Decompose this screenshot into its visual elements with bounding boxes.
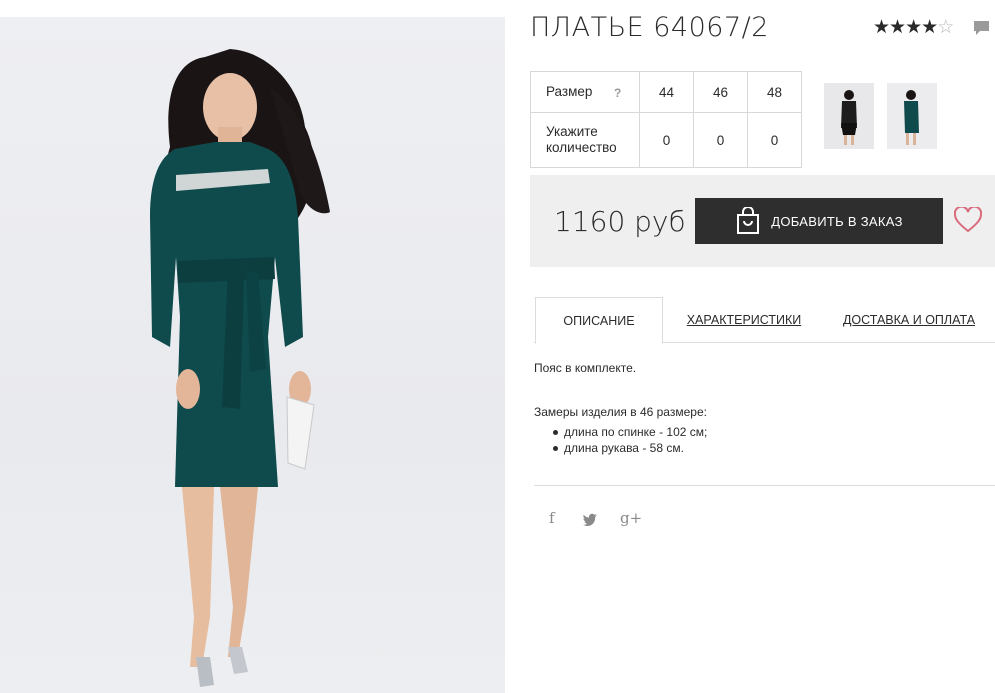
price: 1160 руб: [554, 205, 686, 238]
size-table: Размер ? 44 46 48 Укажите количество 0 0…: [530, 71, 802, 168]
heart-icon[interactable]: [954, 207, 982, 233]
size-48: 48: [747, 71, 802, 113]
model-illustration: [150, 49, 330, 687]
buy-panel: 1160 руб ДОБАВИТЬ В ЗАКАЗ: [530, 175, 995, 267]
google-plus-icon[interactable]: g+: [620, 509, 642, 527]
measurements-list: длина по спинке - 102 см; длина рукава -…: [534, 424, 707, 456]
thumbnail-1[interactable]: [824, 83, 874, 149]
size-46: 46: [693, 71, 748, 113]
add-to-order-label: ДОБАВИТЬ В ЗАКАЗ: [771, 213, 903, 229]
size-label-cell: Размер ?: [530, 71, 640, 113]
qty-input-46[interactable]: 0: [693, 112, 748, 168]
qty-input-48[interactable]: 0: [747, 112, 802, 168]
qty-input-44[interactable]: 0: [639, 112, 694, 168]
product-title: ПЛАТЬЕ 64067/2: [530, 12, 769, 43]
rating-stars[interactable]: ★★★★☆: [873, 16, 954, 39]
add-to-order-button[interactable]: ДОБАВИТЬ В ЗАКАЗ: [695, 198, 943, 244]
measurements-title: Замеры изделия в 46 размере:: [534, 405, 707, 419]
list-item: длина рукава - 58 см.: [551, 440, 707, 456]
quantity-label: Укажите количество: [530, 112, 640, 168]
description-text: Пояс в комплекте.: [534, 361, 637, 375]
description-panel: Пояс в комплекте. Замеры изделия в 46 ра…: [534, 360, 707, 456]
comment-icon[interactable]: [973, 20, 990, 37]
shopping-bag-icon: [737, 207, 760, 234]
star-empty-icon[interactable]: ☆: [937, 17, 954, 38]
facebook-icon[interactable]: f: [549, 509, 555, 527]
tab-delivery-payment[interactable]: ДОСТАВКА И ОПЛАТА: [842, 297, 976, 343]
tab-characteristics[interactable]: ХАРАКТЕРИСТИКИ: [684, 297, 804, 343]
size-help-icon[interactable]: ?: [614, 85, 621, 101]
size-44: 44: [639, 71, 694, 113]
size-label: Размер: [546, 84, 593, 99]
thumbnail-2[interactable]: [887, 83, 937, 149]
divider: [534, 485, 995, 486]
star-icon[interactable]: ★: [873, 17, 890, 38]
product-main-photo[interactable]: [0, 17, 505, 693]
star-icon[interactable]: ★: [921, 17, 938, 38]
twitter-icon[interactable]: [583, 513, 598, 526]
tab-description[interactable]: ОПИСАНИЕ: [535, 297, 663, 344]
list-item: длина по спинке - 102 см;: [551, 424, 707, 440]
star-icon[interactable]: ★: [905, 17, 922, 38]
product-tabs: ОПИСАНИЕ ХАРАКТЕРИСТИКИ ДОСТАВКА И ОПЛАТ…: [534, 297, 995, 344]
star-icon[interactable]: ★: [889, 17, 906, 38]
